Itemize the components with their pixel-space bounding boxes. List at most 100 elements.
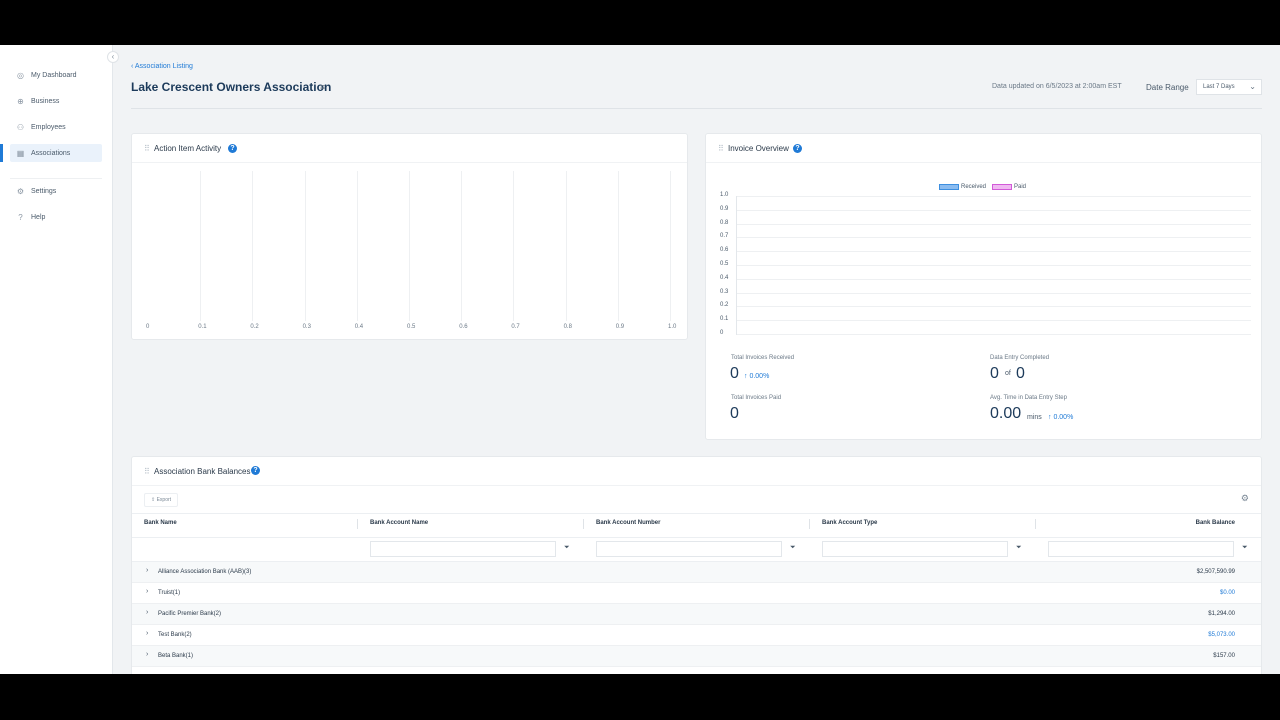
filter-icon[interactable]: ⏷	[564, 544, 570, 552]
column-header-bank-name[interactable]: Bank Name	[144, 520, 177, 526]
filter-account-name-input[interactable]	[370, 541, 556, 557]
x-tick-label: 0.3	[302, 324, 311, 330]
gridline	[461, 171, 463, 321]
drag-handle-icon[interactable]: ⠿	[718, 144, 724, 153]
action-item-activity-card: ⠿ Action Item Activity ? 0 0.1 0.2 0.3 0.4 0.…	[131, 133, 688, 340]
breadcrumb[interactable]: ‹ Association Listing	[131, 63, 193, 70]
sidebar-item-label: My Dashboard	[31, 71, 77, 79]
column-header-bank-balance[interactable]: Bank Balance	[1196, 520, 1235, 526]
gridline	[304, 171, 306, 321]
column-header-account-type[interactable]: Bank Account Type	[822, 520, 877, 526]
stat-label: Data Entry Completed	[990, 355, 1050, 361]
stat-value: 0	[730, 365, 739, 382]
legend-item-paid[interactable]: Paid	[992, 184, 1026, 190]
sidebar-item-business[interactable]: ⊕ Business	[10, 92, 102, 110]
y-tick-label: 0.9	[720, 205, 729, 212]
stat-value: 0	[1016, 365, 1025, 382]
chevron-down-icon: ⌄	[1249, 82, 1256, 91]
bank-balance-cell[interactable]: $5,073.00	[1208, 632, 1235, 638]
header-divider	[131, 108, 1262, 109]
gridline	[736, 334, 1251, 335]
legend-item-received[interactable]: Received	[939, 184, 986, 190]
help-icon[interactable]: ?	[793, 144, 802, 153]
y-axis-line	[736, 196, 737, 335]
stat-of-text: of	[1005, 370, 1011, 377]
y-tick-label: 1.0	[720, 192, 729, 198]
export-icon: ⇪	[151, 497, 156, 503]
x-tick-label: 0.6	[459, 324, 468, 330]
filter-icon[interactable]: ≡	[320, 82, 325, 92]
collapse-sidebar-icon[interactable]: ‹	[107, 51, 119, 63]
table-row[interactable]: › Pacific Premier Bank(2) $1,294.00	[132, 604, 1261, 625]
date-range-select[interactable]: Last 7 Days ⌄	[1196, 79, 1262, 95]
active-indicator	[0, 144, 3, 162]
stat-value: 0	[730, 405, 739, 422]
card-title: Association Bank Balances	[154, 467, 251, 476]
bank-name-cell: Pacific Premier Bank(2)	[158, 611, 222, 617]
gridline	[736, 251, 1251, 253]
gridline	[200, 171, 202, 321]
filter-bank-balance-input[interactable]	[1048, 541, 1234, 557]
breadcrumb-label[interactable]: Association Listing	[135, 63, 193, 70]
legend-label: Received	[961, 184, 987, 190]
column-separator[interactable]	[1035, 519, 1036, 529]
stat-label: Total Invoices Received	[731, 355, 795, 361]
card-header-divider	[132, 162, 687, 163]
x-tick-label: 0.9	[615, 324, 625, 330]
page-title: Lake Crescent Owners Association	[131, 80, 332, 94]
bank-balance-cell: $2,507,590.99	[1196, 569, 1235, 575]
help-icon[interactable]: ?	[228, 144, 237, 153]
table-row[interactable]: › Alliance Association Bank (AAB)(3) $2,…	[132, 562, 1261, 583]
stat-value: 0.00	[990, 405, 1022, 422]
dashboard-icon: ◎	[17, 70, 24, 80]
table-row[interactable]: › Truist(1) $0.00	[132, 583, 1261, 604]
sidebar-item-help[interactable]: ? Help	[10, 208, 102, 226]
bank-balance-cell: $1,294.00	[1208, 611, 1235, 617]
drag-handle-icon[interactable]: ⠿	[144, 467, 150, 476]
bank-name-cell: Alliance Association Bank (AAB)(3)	[158, 569, 252, 575]
filter-icon[interactable]: ⏷	[1016, 544, 1022, 552]
sidebar-item-label: Business	[31, 97, 60, 105]
sidebar-item-my-dashboard[interactable]: ◎ My Dashboard	[10, 66, 102, 84]
y-tick-label: 0.4	[720, 274, 729, 281]
chevron-right-icon[interactable]: ›	[146, 609, 148, 616]
table-row[interactable]: › Beta Bank(1) $157.00	[132, 646, 1261, 667]
bank-balance-cell[interactable]: $0.00	[1220, 590, 1235, 596]
drag-handle-icon[interactable]: ⠿	[144, 144, 150, 153]
legend-label: Paid	[1014, 184, 1027, 190]
sidebar-item-associations[interactable]: ▦ Associations	[10, 144, 102, 162]
chevron-right-icon[interactable]: ›	[146, 630, 148, 637]
column-header-account-name[interactable]: Bank Account Name	[370, 520, 428, 526]
users-icon: ⚇	[16, 122, 25, 132]
sidebar-item-settings[interactable]: ⚙ Settings	[10, 182, 102, 200]
column-separator[interactable]	[809, 519, 810, 529]
filter-icon[interactable]: ⏷	[790, 544, 796, 552]
y-tick-label: 0.7	[720, 233, 729, 240]
filter-account-number-input[interactable]	[596, 541, 782, 557]
column-separator[interactable]	[583, 519, 584, 529]
column-separator[interactable]	[357, 519, 358, 529]
filter-account-type-input[interactable]	[822, 541, 1008, 557]
card-title: Action Item Activity	[154, 144, 222, 153]
chevron-right-icon[interactable]: ›	[146, 567, 148, 574]
settings-gear-icon[interactable]: ⚙	[1241, 493, 1249, 504]
table-row[interactable]: › Test Bank(2) $5,073.00	[132, 625, 1261, 646]
x-tick-label: 0.7	[511, 324, 520, 330]
bank-name-cell: Test Bank(2)	[158, 632, 192, 638]
column-header-account-number[interactable]: Bank Account Number	[596, 520, 660, 526]
sidebar: ‹ ◎ My Dashboard ⊕ Business ⚇ Employees …	[0, 45, 119, 674]
help-icon[interactable]: ?	[251, 466, 260, 475]
data-updated-text: Data updated on 6/5/2023 at 2:00am EST	[992, 83, 1122, 90]
sidebar-divider	[10, 178, 102, 179]
gridline	[617, 171, 619, 321]
export-button[interactable]: ⇪ Export	[144, 493, 179, 507]
filter-icon[interactable]: ⏷	[1242, 544, 1248, 552]
chevron-right-icon[interactable]: ›	[146, 588, 148, 595]
card-header-divider	[706, 162, 1261, 163]
gear-icon: ⚙	[16, 186, 25, 196]
sidebar-item-employees[interactable]: ⚇ Employees	[10, 118, 102, 136]
chevron-right-icon[interactable]: ›	[146, 651, 148, 658]
export-label: Export	[156, 497, 172, 503]
stat-label: Avg. Time in Data Entry Step	[990, 395, 1067, 401]
invoice-overview-card: ⠿ Invoice Overview ? Received Paid 1.0 0.…	[705, 133, 1262, 440]
